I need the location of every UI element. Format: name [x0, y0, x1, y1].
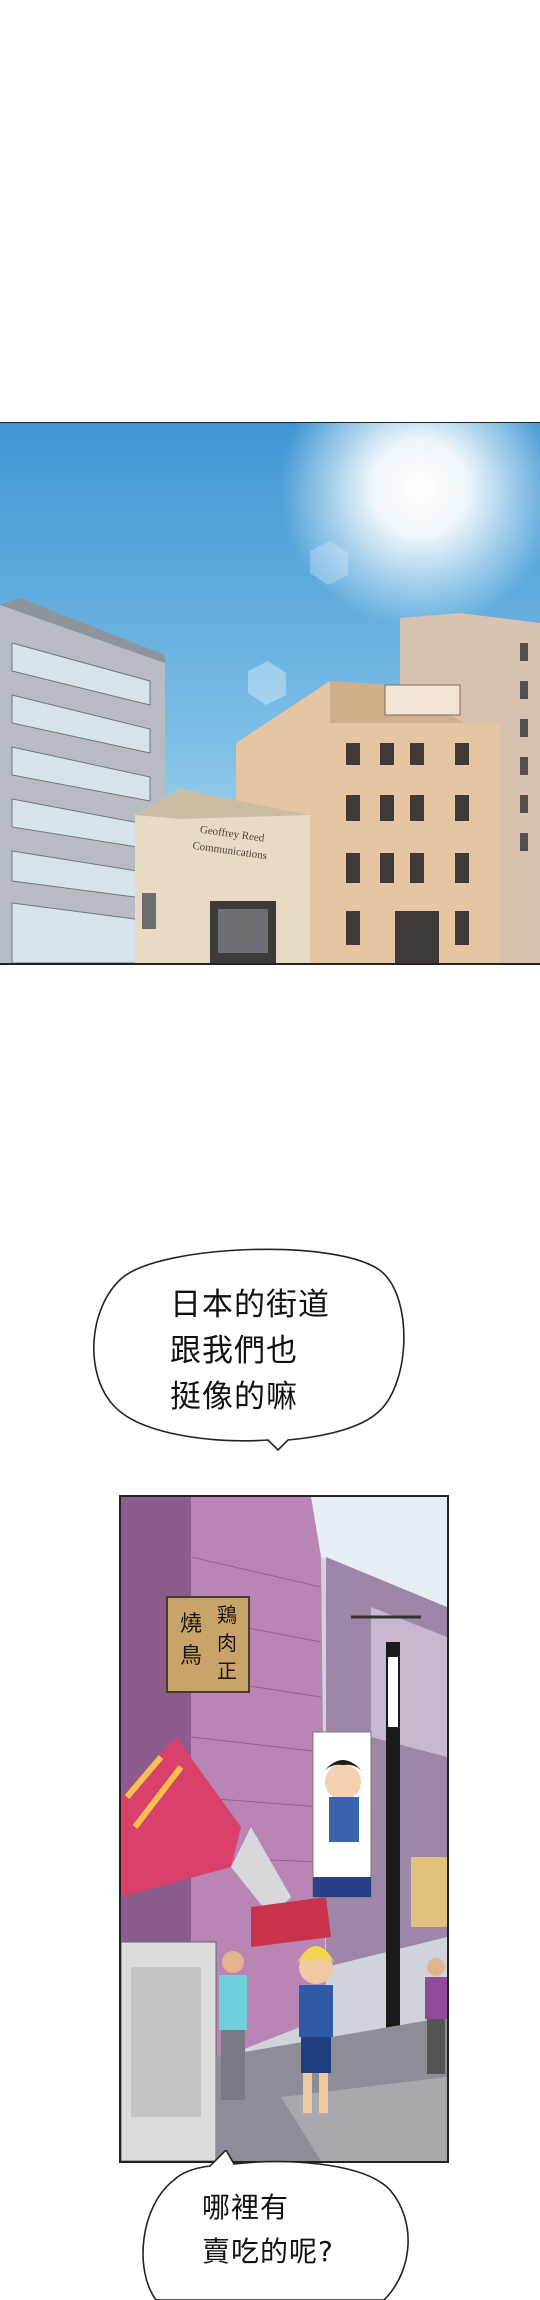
speech-text-1: 日本的街道 跟我們也 挺像的嘛: [170, 1287, 330, 1415]
shop-sign-char: 鶏: [217, 1603, 237, 1627]
shop-sign-char: 鳥: [179, 1644, 202, 1669]
communications-building: [135, 789, 310, 963]
shop-sign-char: 正: [217, 1659, 237, 1683]
sky-buildings-illustration: [0, 423, 540, 963]
speech-bubble-2: 哪裡有 賣吃的呢?: [134, 2150, 412, 2300]
shop-sign-char: 燒: [179, 1612, 202, 1637]
sky-buildings-panel: Geoffrey Reed Communications: [0, 422, 540, 965]
street-panel: 燒 鳥 鶏 肉 正: [119, 1495, 449, 2163]
speech-text-2: 哪裡有 賣吃的呢?: [202, 2191, 334, 2268]
shop-sign-text-right: 鶏 肉 正: [213, 1601, 241, 1685]
shop-sign-text-left: 燒 鳥: [177, 1609, 205, 1673]
speech-bubble-1: 日本的街道 跟我們也 挺像的嘛: [92, 1238, 410, 1452]
street-illustration: [121, 1497, 447, 2161]
shop-sign-char: 肉: [217, 1631, 237, 1655]
